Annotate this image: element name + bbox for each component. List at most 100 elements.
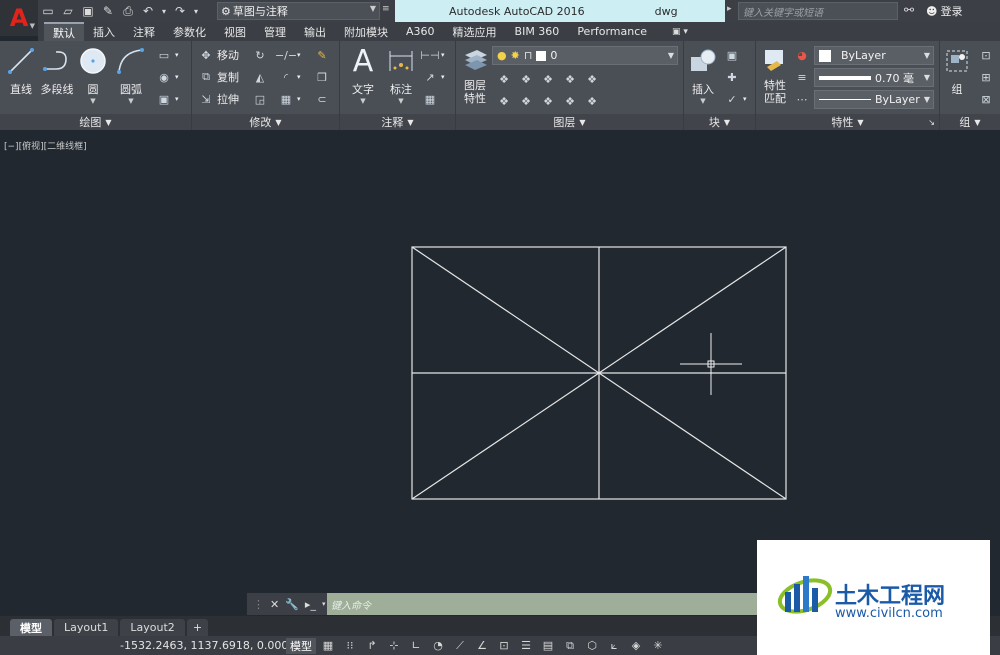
line-tool[interactable]: 直线 xyxy=(2,45,40,97)
tab-parametric[interactable]: 参数化 xyxy=(164,22,215,41)
chevron-down-icon[interactable]: ▾ xyxy=(322,600,326,608)
chevron-right-icon[interactable]: ▸ xyxy=(727,4,732,14)
redo-dropdown-icon[interactable]: ▾ xyxy=(192,3,200,19)
selection-cycling-icon[interactable]: ⧉ xyxy=(562,638,578,654)
offset-tool[interactable]: ⊂ xyxy=(314,89,330,109)
tab-a360[interactable]: A360 xyxy=(397,22,444,41)
tab-addins[interactable]: 附加模块 xyxy=(335,22,397,41)
scale-tool[interactable]: ◲ xyxy=(252,89,268,109)
selection-filter-icon[interactable]: ◈ xyxy=(628,638,644,654)
region-tool[interactable]: ▣ ▾ xyxy=(156,89,179,109)
group-tool[interactable]: 组 xyxy=(940,45,974,97)
snap-icon[interactable]: ⁝⁝ xyxy=(342,638,358,654)
tab-default[interactable]: 默认 xyxy=(44,22,84,41)
redo-icon[interactable]: ↷ xyxy=(172,3,188,19)
layer-freeze-icon[interactable]: ❖ xyxy=(540,71,556,87)
transparency-icon[interactable]: ▤ xyxy=(540,638,556,654)
object-snap-icon[interactable]: ⊡ xyxy=(496,638,512,654)
layer-off-icon[interactable]: ❖ xyxy=(518,71,534,87)
erase-tool[interactable]: ✎ xyxy=(314,45,330,65)
infer-constraints-icon[interactable]: ↱ xyxy=(364,638,380,654)
object-snap-tracking-icon[interactable]: ∠ xyxy=(474,638,490,654)
undo-dropdown-icon[interactable]: ▾ xyxy=(160,3,168,19)
layer-lock-icon[interactable]: ❖ xyxy=(562,71,578,87)
layers-panel-title[interactable]: 图层 ▼ xyxy=(456,114,683,130)
wrench-icon[interactable]: 🔧 xyxy=(285,598,299,611)
dynamic-ucs-icon[interactable]: ⟀ xyxy=(606,638,622,654)
modify-panel-title[interactable]: 修改 ▼ xyxy=(192,114,339,130)
panel-dialog-launcher-icon[interactable]: ↘ xyxy=(928,118,935,127)
chevron-down-icon[interactable]: ▼ xyxy=(382,97,420,105)
rotate-tool[interactable]: ↻ xyxy=(252,45,268,65)
tab-performance[interactable]: Performance xyxy=(568,22,656,41)
tab-output[interactable]: 输出 xyxy=(295,22,335,41)
tab-featured-apps[interactable]: 精选应用 xyxy=(444,22,506,41)
save-as-icon[interactable]: ✎ xyxy=(100,3,116,19)
dimension-tool[interactable]: 标注 ▼ xyxy=(382,45,420,105)
polar-tracking-icon[interactable]: ◔ xyxy=(430,638,446,654)
draw-panel-title[interactable]: 绘图 ▼ xyxy=(0,114,191,130)
arc-tool[interactable]: 圆弧 ▼ xyxy=(112,45,150,105)
open-file-icon[interactable]: ▱ xyxy=(60,3,76,19)
ribbon-minimize-button[interactable]: ▣ ▾ xyxy=(672,27,688,37)
hatch-tool[interactable]: ◉ ▾ xyxy=(156,67,178,87)
add-layout-button[interactable]: + xyxy=(186,619,209,636)
login-button[interactable]: ☻ 登录 xyxy=(926,3,962,19)
create-block-tool[interactable]: ▣ xyxy=(724,45,740,65)
circle-tool[interactable]: 圆 ▼ xyxy=(74,45,112,105)
properties-panel-title[interactable]: 特性 ▼ ↘ xyxy=(756,114,939,130)
linear-dim-tool[interactable]: ⊢⊣ ▾ xyxy=(420,45,444,65)
ortho-icon[interactable]: ∟ xyxy=(408,638,424,654)
layer-thaw-icon[interactable]: ❖ xyxy=(540,93,556,109)
grid-icon[interactable]: ▦ xyxy=(320,638,336,654)
block-panel-title[interactable]: 块 ▼ xyxy=(684,114,755,130)
chevron-down-icon[interactable]: ▼ xyxy=(684,97,722,105)
mirror-tool[interactable]: ◭ xyxy=(252,67,268,87)
leader-tool[interactable]: ↗ ▾ xyxy=(422,67,444,87)
group-select-icon[interactable]: ⊠ xyxy=(978,91,994,107)
attribute-tool[interactable]: ✓ ▾ xyxy=(724,89,746,109)
layer-on-icon[interactable]: ❖ xyxy=(518,93,534,109)
array-tool[interactable]: ▦ ▾ xyxy=(278,89,301,109)
group-panel-title[interactable]: 组 ▼ xyxy=(940,114,1000,130)
gizmo-icon[interactable]: ✳ xyxy=(650,638,666,654)
group-edit-icon[interactable]: ⊞ xyxy=(978,69,994,85)
workspace-dropdown[interactable]: ⚙ 草图与注释 ▼ xyxy=(217,2,380,20)
annotation-panel-title[interactable]: 注释 ▼ xyxy=(340,114,455,130)
chevron-down-icon[interactable]: ▼ xyxy=(74,97,112,105)
layer-dropdown[interactable]: ● ✸ ⊓ 0 ▼ xyxy=(492,46,678,65)
color-wheel-icon[interactable]: ◕ xyxy=(794,47,810,63)
tab-model[interactable]: 模型 xyxy=(10,619,52,636)
tab-view[interactable]: 视图 xyxy=(215,22,255,41)
new-file-icon[interactable]: ▭ xyxy=(40,3,56,19)
lineweight-display-icon[interactable]: ☰ xyxy=(518,638,534,654)
tab-annotate[interactable]: 注释 xyxy=(124,22,164,41)
tab-layout1[interactable]: Layout1 xyxy=(54,619,119,636)
layer-match-icon[interactable]: ❖ xyxy=(584,71,600,87)
grip-icon[interactable]: ⋮ xyxy=(253,598,264,611)
linetype-icon[interactable]: ⋯ xyxy=(794,91,810,107)
linetype-dropdown[interactable]: ByLayer ▼ xyxy=(814,90,934,109)
layer-walk-icon[interactable]: ❖ xyxy=(584,93,600,109)
layer-isolate-icon[interactable]: ❖ xyxy=(496,71,512,87)
fillet-tool[interactable]: ◜ ▾ xyxy=(278,67,301,87)
text-tool[interactable]: A 文字 ▼ xyxy=(344,44,382,106)
chevron-down-icon[interactable]: ▼ xyxy=(344,97,382,105)
tab-layout2[interactable]: Layout2 xyxy=(120,619,185,636)
command-prompt-icon[interactable]: ▸_ xyxy=(305,598,316,611)
rectangle-tool[interactable]: ▭ ▾ xyxy=(156,45,179,65)
polyline-tool[interactable]: 多段线 xyxy=(38,45,76,97)
plot-icon[interactable]: ⎙ xyxy=(120,3,136,19)
chevron-down-icon[interactable]: ▼ xyxy=(112,97,150,105)
ungroup-icon[interactable]: ⊡ xyxy=(978,47,994,63)
lineweight-dropdown[interactable]: 0.70 毫 ▼ xyxy=(814,68,934,87)
tab-manage[interactable]: 管理 xyxy=(255,22,295,41)
move-tool[interactable]: ✥ 移动 xyxy=(198,45,239,65)
tab-insert[interactable]: 插入 xyxy=(84,22,124,41)
tab-bim360[interactable]: BIM 360 xyxy=(506,22,569,41)
model-space-button[interactable]: 模型 xyxy=(286,637,316,654)
layer-unlock-icon[interactable]: ❖ xyxy=(562,93,578,109)
edit-block-tool[interactable]: ✚ xyxy=(724,67,740,87)
trim-tool[interactable]: −/− ▾ xyxy=(275,45,301,65)
layer-properties-tool[interactable]: 图层 特性 xyxy=(456,45,494,105)
